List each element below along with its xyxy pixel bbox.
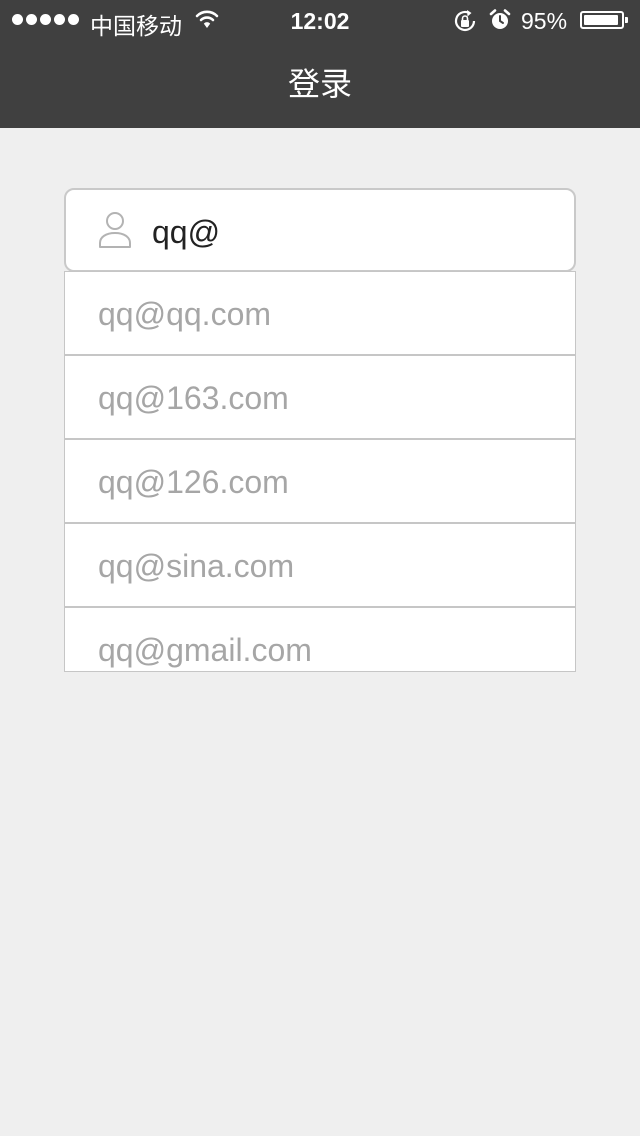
suggestion-item[interactable]: qq@126.com xyxy=(65,440,575,524)
suggestion-item[interactable]: qq@qq.com xyxy=(65,272,575,356)
battery-percent: 95% xyxy=(521,8,568,34)
suggestion-item[interactable]: qq@gmail.com xyxy=(65,608,575,671)
username-input[interactable]: qq@ xyxy=(64,188,576,272)
alarm-icon xyxy=(489,9,511,29)
status-bar: 中国移动 12:02 95% xyxy=(0,0,640,40)
top-bar: 中国移动 12:02 95% 登录 xyxy=(0,0,640,128)
battery-icon xyxy=(580,11,628,29)
suggestion-item[interactable]: qq@sina.com xyxy=(65,524,575,608)
user-icon xyxy=(99,212,131,248)
rotation-lock-icon xyxy=(454,10,476,32)
email-suggestion-list: qq@qq.com qq@163.com qq@126.com qq@sina.… xyxy=(64,271,576,672)
username-value: qq@ xyxy=(152,214,221,250)
page-title: 登录 xyxy=(287,66,352,102)
suggestion-item[interactable]: qq@163.com xyxy=(65,356,575,440)
